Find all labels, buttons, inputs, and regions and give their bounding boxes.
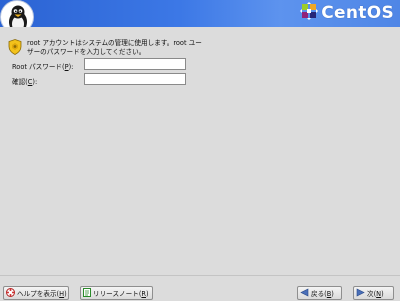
root-password-input[interactable] — [84, 58, 186, 70]
content-area: root アカウントはシステムの管理に使用します。root ユー ザーのパスワー… — [0, 27, 400, 275]
root-password-label: Root パスワード(P): — [12, 63, 74, 71]
document-icon — [83, 287, 93, 299]
centos-brand: CentOS — [300, 2, 394, 24]
confirm-password-input[interactable] — [84, 73, 186, 85]
instruction-text: root アカウントはシステムの管理に使用します。root ユー ザーのパスワー… — [27, 39, 202, 56]
shield-icon — [8, 39, 22, 59]
help-icon — [6, 287, 17, 299]
centos-logo-icon — [300, 2, 319, 24]
next-arrow-icon — [356, 288, 367, 299]
next-button[interactable]: 次(N) — [353, 286, 394, 300]
release-notes-button[interactable]: リリースノート(R) — [80, 286, 153, 300]
back-arrow-icon — [300, 288, 311, 299]
button-bar: ヘルプを表示(H) リリースノート(R) 戻る(B) 次(N) — [0, 275, 400, 301]
back-button[interactable]: 戻る(B) — [297, 286, 342, 300]
confirm-password-label: 確認(C): — [12, 78, 38, 86]
top-banner: CentOS — [0, 0, 400, 34]
help-button[interactable]: ヘルプを表示(H) — [3, 286, 69, 300]
brand-name: CentOS — [321, 3, 394, 23]
